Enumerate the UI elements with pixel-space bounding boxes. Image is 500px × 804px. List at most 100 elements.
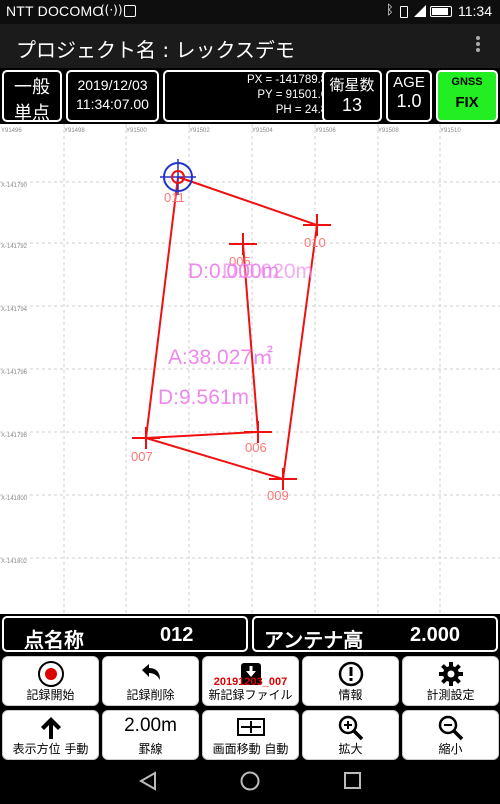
x-tick-label: Y91506 bbox=[315, 128, 336, 134]
time-text: 11:34:07.00 bbox=[76, 96, 149, 112]
move-icon bbox=[236, 718, 265, 736]
back-icon[interactable] bbox=[138, 771, 156, 791]
zoom-in-label: 拡大 bbox=[338, 742, 363, 756]
grid-line-button[interactable]: 2.00m 罫線 bbox=[102, 710, 199, 760]
status-bar: NTT DOCOMO ((·)) ᛒ 11:34 bbox=[0, 0, 500, 24]
screen-move-label: 画面移動 自動 bbox=[212, 742, 289, 756]
distance-annotation: D:9.561m bbox=[158, 386, 249, 409]
position-box: PX = -141789.831 PY = 91501.668 PH = 24.… bbox=[163, 70, 346, 122]
info-button[interactable]: 情報 bbox=[302, 656, 399, 706]
py-value: PY = 91501.668 bbox=[257, 89, 340, 101]
gnss-label: GNSS bbox=[451, 76, 483, 88]
point-name-label: 点名称 bbox=[24, 628, 84, 652]
ph-value: PH = 24.881 bbox=[275, 104, 340, 116]
new-record-file-label: 新記録ファイル bbox=[208, 688, 293, 702]
zoom-out-icon bbox=[438, 715, 463, 741]
satellite-count: 13 bbox=[341, 95, 363, 115]
carrier-name: NTT DOCOMO bbox=[6, 3, 104, 19]
mode-line1: 一般 bbox=[14, 77, 50, 98]
record-delete-label: 記録削除 bbox=[126, 688, 175, 702]
point-label: 007 bbox=[131, 449, 153, 464]
zoom-in-icon bbox=[338, 715, 363, 741]
display-direction-label: 表示方位 手動 bbox=[12, 742, 89, 756]
y-tick-label: X-141794 bbox=[1, 307, 28, 313]
display-direction-button[interactable]: 表示方位 手動 bbox=[2, 710, 99, 760]
measure-settings-label: 計測設定 bbox=[426, 688, 475, 702]
survey-polylines bbox=[144, 176, 319, 481]
y-tick-label: X-141798 bbox=[1, 433, 28, 439]
point-name-value: 012 bbox=[160, 624, 194, 646]
bluetooth-icon: ᛒ bbox=[386, 3, 394, 18]
app-bar: プロジェクト名 : レックスデモ bbox=[0, 24, 500, 68]
grid-line-label: 罫線 bbox=[138, 742, 163, 756]
distance-annotation-overlap: D:0.020m bbox=[222, 260, 313, 283]
signal-icon bbox=[414, 5, 426, 17]
image-icon bbox=[124, 5, 136, 17]
x-tick-label: Y91496 bbox=[1, 128, 22, 134]
zoom-out-button[interactable]: 縮小 bbox=[402, 710, 499, 760]
project-title: プロジェクト名 : レックスデモ bbox=[16, 38, 295, 62]
area-annotation: A:38.027㎡ bbox=[168, 345, 273, 369]
gear-icon bbox=[438, 662, 463, 686]
px-value: PX = -141789.831 bbox=[246, 74, 340, 86]
age-box: AGE 1.0 bbox=[386, 70, 432, 122]
x-tick-label: Y91498 bbox=[64, 128, 85, 134]
mode-line2: 単点 bbox=[14, 103, 50, 124]
clock-time: 11:34 bbox=[458, 3, 492, 19]
info-icon bbox=[338, 661, 363, 687]
y-tick-label: X-141792 bbox=[1, 244, 28, 250]
record-start-button[interactable]: 記録開始 bbox=[2, 656, 99, 706]
segment-line bbox=[145, 431, 259, 439]
gnss-status-box: GNSS FIX bbox=[436, 70, 498, 122]
grid-spacing-value: 2.00m bbox=[124, 715, 177, 736]
overflow-menu-icon[interactable] bbox=[474, 34, 482, 58]
record-delete-button[interactable]: 記録削除 bbox=[102, 656, 199, 706]
point-label: 011 bbox=[164, 190, 185, 205]
measure-settings-button[interactable]: 計測設定 bbox=[402, 656, 499, 706]
antenna-height-box[interactable]: アンテナ高 2.000 bbox=[252, 616, 498, 652]
mode-box[interactable]: 一般 単点 bbox=[2, 70, 62, 124]
new-record-file-button[interactable]: 20191203_007 新記録ファイル bbox=[202, 656, 299, 706]
datetime-box: 2019/12/03 11:34:07.00 bbox=[66, 70, 159, 122]
undo-icon bbox=[141, 664, 160, 680]
point-label: 009 bbox=[267, 488, 289, 503]
age-label: AGE bbox=[393, 74, 425, 91]
satellite-label: 衛星数 bbox=[329, 76, 375, 94]
map-canvas[interactable]: Y91496 Y91498 Y91500 Y91502 Y91504 Y9150… bbox=[0, 124, 500, 614]
x-tick-label: Y91508 bbox=[378, 128, 399, 134]
system-nav-bar bbox=[0, 764, 500, 800]
y-tick-label: X-141790 bbox=[1, 183, 28, 189]
vibrate-icon bbox=[400, 6, 408, 18]
point-label: 006 bbox=[245, 440, 267, 455]
x-tick-label: Y91510 bbox=[440, 128, 461, 134]
record-icon bbox=[37, 661, 64, 687]
wireless-icon: ((·)) bbox=[100, 3, 123, 17]
zoom-in-button[interactable]: 拡大 bbox=[302, 710, 399, 760]
antenna-height-value: 2.000 bbox=[410, 624, 461, 646]
zoom-out-label: 縮小 bbox=[438, 742, 463, 756]
x-tick-label: Y91500 bbox=[126, 128, 147, 134]
arrow-up-icon bbox=[40, 717, 61, 739]
battery-icon bbox=[430, 6, 452, 17]
screen-move-button[interactable]: 画面移動 自動 bbox=[202, 710, 299, 760]
y-tick-label: X-141802 bbox=[1, 559, 28, 565]
recents-icon[interactable] bbox=[344, 772, 361, 789]
date-text: 2019/12/03 bbox=[77, 77, 148, 93]
antenna-height-label: アンテナ高 bbox=[264, 628, 364, 652]
info-bar: 一般 単点 2019/12/03 11:34:07.00 PX = -14178… bbox=[0, 68, 500, 124]
nav-buttons bbox=[138, 771, 361, 791]
home-icon[interactable] bbox=[240, 771, 260, 791]
survey-map[interactable]: Y91496 Y91498 Y91500 Y91502 Y91504 Y9150… bbox=[0, 124, 500, 614]
age-value: 1.0 bbox=[396, 91, 422, 111]
y-tick-label: X-141796 bbox=[1, 370, 28, 376]
y-tick-label: X-141800 bbox=[1, 496, 28, 502]
satellite-count-box: 衛星数 13 bbox=[322, 70, 382, 122]
x-tick-label: Y91502 bbox=[189, 128, 210, 134]
gnss-status: FIX bbox=[455, 94, 479, 111]
x-tick-label: Y91504 bbox=[252, 128, 273, 134]
info-label: 情報 bbox=[338, 688, 363, 702]
point-label: 010 bbox=[304, 235, 326, 250]
record-start-label: 記録開始 bbox=[26, 688, 75, 702]
control-panel: 点名称 012 アンテナ高 2.000 記録開始 記録削除 20191203_0… bbox=[0, 614, 500, 764]
point-name-box[interactable]: 点名称 012 bbox=[2, 616, 248, 652]
